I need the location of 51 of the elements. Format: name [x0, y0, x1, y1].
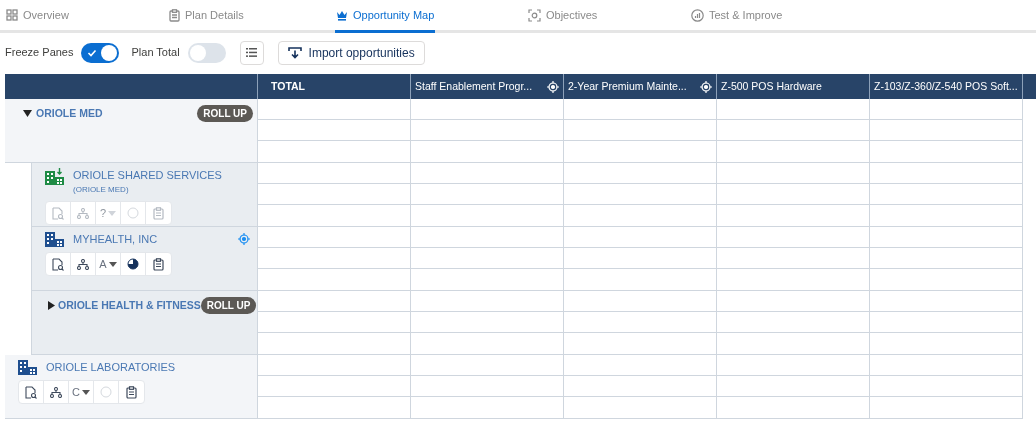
report-icon [25, 385, 37, 399]
import-button[interactable]: Import opportunities [277, 40, 425, 65]
caret-icon [108, 261, 117, 267]
caret-icon [81, 389, 90, 395]
hierarchy-icon [77, 207, 89, 219]
column-header: 2-Year Premium Mainte... [568, 78, 687, 94]
column-header: Z-500 POS Hardware [721, 78, 822, 94]
account-link[interactable]: ORIOLE SHARED SERVICES [73, 168, 222, 182]
hierarchy-icon [50, 386, 62, 398]
report-icon [52, 206, 64, 220]
hierarchy-icon [77, 258, 89, 270]
chart-icon [691, 8, 704, 22]
column-header: Staff Enablement Progr... [415, 78, 533, 94]
toggle-switch[interactable] [187, 42, 226, 63]
clipboard-icon [126, 385, 137, 399]
grid-icon [6, 9, 18, 21]
tab[interactable]: Opportunity Map [335, 0, 436, 33]
account-link[interactable]: ORIOLE LABORATORIES [46, 360, 176, 374]
list-button[interactable] [239, 40, 264, 65]
tab[interactable]: Plan Details [168, 0, 245, 33]
caret-icon [108, 210, 117, 216]
tab[interactable]: Test & Improve [690, 0, 784, 33]
clipboard-icon [153, 257, 164, 271]
check-icon [87, 47, 98, 58]
expand-toggle[interactable] [21, 107, 33, 120]
roll-up-badge: ROLL UP [197, 105, 253, 122]
list-icon [246, 48, 258, 57]
account-link[interactable]: ORIOLE MED [36, 105, 103, 122]
pie-icon [100, 386, 112, 398]
expand-toggle[interactable] [48, 299, 55, 312]
account-link[interactable]: MYHEALTH, INC [73, 232, 158, 246]
pie-icon [127, 207, 139, 219]
target-icon [528, 8, 541, 22]
grade-dropdown[interactable]: A [96, 253, 121, 275]
parent-label: (ORIOLE MED) [73, 184, 130, 196]
tab[interactable]: Overview [5, 0, 70, 33]
import-icon [287, 46, 302, 59]
toggle-label: Plan Total [131, 45, 180, 61]
roll-up-badge: ROLL UP [200, 297, 257, 314]
account-link[interactable]: ORIOLE HEALTH & FITNESS [58, 297, 201, 314]
grade-dropdown[interactable]: C [69, 381, 94, 403]
column-header: Z-103/Z-360/Z-540 POS Soft... [874, 78, 1018, 94]
tab[interactable]: Objectives [527, 0, 599, 33]
toggle-switch[interactable] [81, 42, 120, 63]
report-icon [52, 257, 64, 271]
clipboard-icon [169, 8, 180, 22]
column-header: TOTAL [271, 78, 306, 94]
clipboard-icon [153, 206, 164, 220]
toggle-label: Freeze Panes [5, 45, 74, 61]
pie-icon [127, 258, 139, 270]
crown-icon [336, 9, 348, 21]
